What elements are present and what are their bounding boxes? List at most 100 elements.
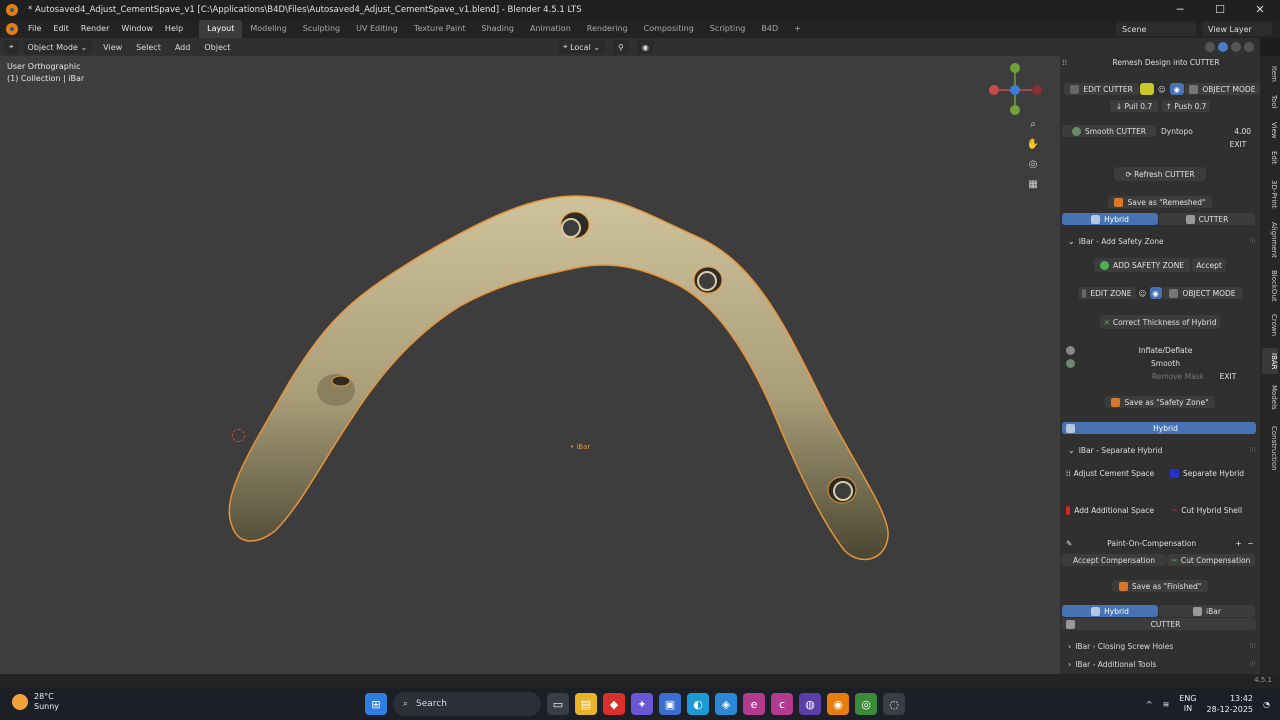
3d-viewport[interactable]: User Orthographic (1) Collection | iBar … bbox=[0, 56, 1060, 674]
adjust-cement-button[interactable]: ⁞⁞ Adjust Cement Space bbox=[1062, 467, 1158, 479]
section-additional-tools[interactable]: IBar - Additional Tools ⁞⁞⁞ bbox=[1060, 657, 1260, 671]
zoom-icon[interactable]: ⌕ bbox=[1025, 118, 1041, 132]
accept-compensation-button[interactable]: Accept Compensation bbox=[1062, 554, 1166, 566]
menu-edit[interactable]: Edit bbox=[47, 20, 75, 38]
sculpt-icon[interactable]: ☺ bbox=[1136, 287, 1149, 299]
edit-cutter-button[interactable]: EDIT CUTTER bbox=[1064, 83, 1140, 95]
tab-alignment[interactable]: Alignment bbox=[1262, 218, 1278, 262]
tab-item[interactable]: Item bbox=[1262, 62, 1278, 86]
blender-taskbar-icon[interactable]: ◉ bbox=[827, 693, 849, 715]
mode-dropdown[interactable]: Object Mode ⌄ bbox=[22, 40, 93, 54]
rendered-shading-icon[interactable] bbox=[1244, 42, 1254, 52]
drag-handle-icon[interactable]: ⁞⁞ bbox=[1060, 58, 1074, 67]
toggle-icon[interactable]: ◉ bbox=[1149, 287, 1162, 299]
edge-icon[interactable]: ◐ bbox=[687, 693, 709, 715]
cutter-toggle-1[interactable]: CUTTER bbox=[1159, 213, 1255, 225]
save-safety-button[interactable]: Save as "Safety Zone" bbox=[1105, 396, 1215, 408]
sculpt-icon[interactable]: ☺ bbox=[1154, 83, 1169, 95]
object-mode-button-2[interactable]: OBJECT MODE bbox=[1162, 287, 1243, 299]
editor-type-button[interactable]: ⌖ bbox=[4, 40, 19, 54]
tray-overflow-icon[interactable]: ^ bbox=[1146, 700, 1153, 709]
hybrid-toggle-3[interactable]: Hybrid bbox=[1062, 605, 1158, 617]
cut-compensation-button[interactable]: ✂ Cut Compensation bbox=[1167, 554, 1255, 566]
hybrid-toggle-2[interactable]: Hybrid bbox=[1062, 422, 1256, 434]
view-layer-field[interactable]: View Layer bbox=[1202, 22, 1272, 36]
ibar-mesh[interactable] bbox=[0, 56, 1060, 674]
tab-b4d[interactable]: B4D bbox=[753, 20, 786, 38]
app-red-icon[interactable]: ◆ bbox=[603, 693, 625, 715]
gizmo-neg-x-icon[interactable] bbox=[1032, 85, 1042, 95]
save-finished-button[interactable]: Save as "Finished" bbox=[1112, 580, 1208, 592]
weather-widget[interactable]: 28°C Sunny bbox=[12, 692, 59, 712]
inflate-deflate-button[interactable]: Inflate/Deflate bbox=[1062, 344, 1256, 356]
section-closing-screw-holes[interactable]: IBar - Closing Screw Holes ⁞⁞⁞ bbox=[1060, 639, 1260, 653]
3d-cursor-icon[interactable] bbox=[232, 429, 245, 442]
paint-compensation-button[interactable]: ✎ Paint-On-Compensation bbox=[1062, 537, 1232, 549]
exo-icon[interactable]: e bbox=[743, 693, 765, 715]
navigation-gizmo[interactable] bbox=[985, 60, 1045, 120]
gizmo-neg-y-icon[interactable] bbox=[1010, 105, 1020, 115]
cut-hybrid-shell-button[interactable]: ✂ Cut Hybrid Shell bbox=[1159, 504, 1255, 516]
separate-hybrid-button[interactable]: Separate Hybrid bbox=[1159, 467, 1255, 479]
store-icon[interactable]: ▣ bbox=[659, 693, 681, 715]
hybrid-toggle-1[interactable]: Hybrid bbox=[1062, 213, 1158, 225]
toggle-icon[interactable]: ◉ bbox=[1169, 83, 1184, 95]
tab-edit[interactable]: Edit bbox=[1262, 146, 1278, 170]
object-mode-button[interactable]: OBJECT MODE bbox=[1184, 83, 1260, 95]
menu-render[interactable]: Render bbox=[75, 20, 115, 38]
header-menu-object[interactable]: Object bbox=[197, 43, 237, 52]
add-compensation-button[interactable]: + bbox=[1233, 537, 1244, 549]
ibar-toggle[interactable]: iBar bbox=[1159, 605, 1255, 617]
snap-icon[interactable]: ⚲ bbox=[613, 40, 629, 54]
tab-models[interactable]: Models bbox=[1262, 380, 1278, 414]
start-icon[interactable]: ⊞ bbox=[365, 693, 387, 715]
gizmo-y-icon[interactable] bbox=[1010, 85, 1020, 95]
tab-construction[interactable]: Construction bbox=[1262, 420, 1278, 476]
app-gray-icon[interactable]: ◌ bbox=[883, 693, 905, 715]
remove-mask-button[interactable]: Remove Mask bbox=[1062, 370, 1208, 382]
app-blue-icon[interactable]: ◈ bbox=[715, 693, 737, 715]
language-indicator[interactable]: ENG IN bbox=[1179, 694, 1196, 714]
refresh-cutter-button[interactable]: ⟳ Refresh CUTTER bbox=[1114, 167, 1206, 181]
header-menu-select[interactable]: Select bbox=[129, 43, 168, 52]
proportional-edit-icon[interactable]: ◉ bbox=[636, 40, 654, 54]
add-additional-space-button[interactable]: Add Additional Space bbox=[1062, 504, 1158, 516]
header-menu-add[interactable]: Add bbox=[168, 43, 198, 52]
edit-zone-button[interactable]: EDIT ZONE bbox=[1077, 287, 1136, 299]
tab-sculpting[interactable]: Sculpting bbox=[295, 20, 348, 38]
tab-rendering[interactable]: Rendering bbox=[579, 20, 636, 38]
menu-help[interactable]: Help bbox=[159, 20, 189, 38]
cutter-toggle-2[interactable]: CUTTER bbox=[1062, 618, 1256, 630]
pull-button[interactable]: ↓ Pull 0.7 bbox=[1110, 100, 1158, 112]
copilot-icon[interactable]: ✦ bbox=[631, 693, 653, 715]
remove-compensation-button[interactable]: − bbox=[1245, 537, 1256, 549]
save-remeshed-button[interactable]: Save as "Remeshed" bbox=[1108, 196, 1212, 208]
tab-scripting[interactable]: Scripting bbox=[702, 20, 754, 38]
pan-hand-icon[interactable]: ✋ bbox=[1025, 138, 1041, 152]
drag-grip-icon[interactable]: ⁞⁞⁞ bbox=[1249, 660, 1256, 668]
cad-icon[interactable]: c bbox=[771, 693, 793, 715]
push-button[interactable]: ↑ Push 0.7 bbox=[1162, 100, 1210, 112]
yellow-swatch-icon[interactable] bbox=[1140, 83, 1154, 95]
grid-icon[interactable]: ▦ bbox=[1025, 178, 1041, 192]
maximize-button[interactable]: ☐ bbox=[1200, 0, 1240, 20]
task-view-icon[interactable]: ▭ bbox=[547, 693, 569, 715]
notifications-icon[interactable]: ◔ bbox=[1263, 700, 1270, 709]
tab-3d-print[interactable]: 3D-Print bbox=[1262, 174, 1278, 214]
blender-menu-icon[interactable] bbox=[6, 23, 18, 35]
app-purple-icon[interactable]: ◍ bbox=[799, 693, 821, 715]
tab-modeling[interactable]: Modeling bbox=[242, 20, 294, 38]
tab-shading[interactable]: Shading bbox=[473, 20, 522, 38]
exit-button-1[interactable]: EXIT bbox=[1220, 138, 1256, 150]
tab-uv-editing[interactable]: UV Editing bbox=[348, 20, 406, 38]
camera-icon[interactable]: ◎ bbox=[1025, 158, 1041, 172]
smooth-button[interactable]: Smooth bbox=[1062, 357, 1256, 369]
add-workspace-button[interactable]: + bbox=[786, 20, 809, 38]
exit-button-2[interactable]: EXIT bbox=[1210, 370, 1246, 382]
tab-view[interactable]: View bbox=[1262, 118, 1278, 142]
drag-grip-icon[interactable]: ⁞⁞⁞ bbox=[1249, 237, 1256, 245]
tab-crown[interactable]: Crown bbox=[1262, 310, 1278, 340]
tab-tool[interactable]: Tool bbox=[1262, 90, 1278, 114]
scene-field[interactable]: Scene bbox=[1116, 22, 1196, 36]
accept-safety-button[interactable]: Accept bbox=[1192, 258, 1226, 272]
